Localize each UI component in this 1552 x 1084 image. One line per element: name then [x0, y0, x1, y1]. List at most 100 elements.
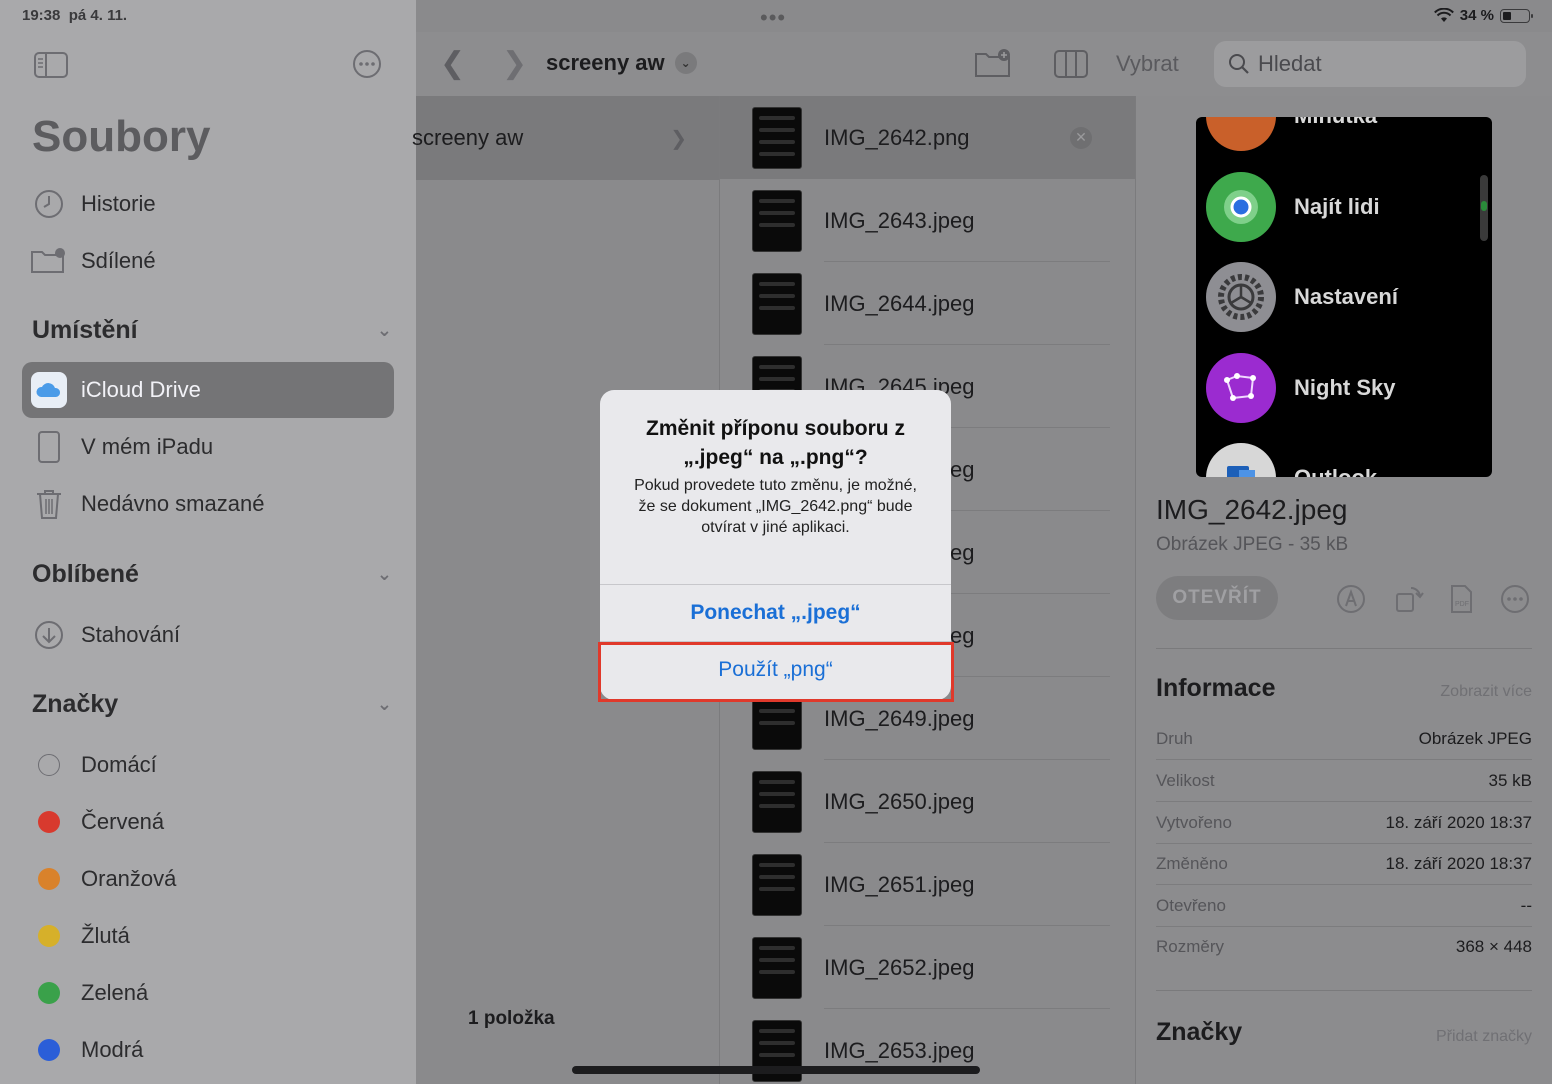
- chevron-down-icon[interactable]: ⌄: [377, 320, 392, 341]
- clear-icon[interactable]: ✕: [1070, 126, 1092, 149]
- markup-icon[interactable]: [1336, 584, 1366, 614]
- file-thumbnail: [752, 106, 802, 169]
- alert-message: Pokud provedete tuto změnu, je možné, že…: [634, 477, 917, 536]
- tag-red-dot-icon: [38, 811, 60, 833]
- forward-chevron-icon[interactable]: ❯: [502, 46, 527, 81]
- file-thumbnail: [752, 936, 802, 999]
- title-menu-chevron-icon[interactable]: ⌄: [674, 52, 697, 74]
- wifi-icon: [1433, 8, 1454, 22]
- chevron-down-icon[interactable]: ⌄: [377, 564, 392, 585]
- shared-folder-icon: [22, 247, 76, 275]
- watch-scroll-indicator: [1480, 175, 1488, 241]
- find-people-app-icon: [1206, 172, 1276, 242]
- file-row[interactable]: IMG_2652.jpeg: [720, 926, 1135, 1009]
- svg-text:PDF: PDF: [1455, 601, 1469, 608]
- sidebar-toggle-icon[interactable]: [34, 52, 68, 78]
- file-row[interactable]: IMG_2651.jpeg: [720, 843, 1135, 926]
- home-indicator[interactable]: [572, 1066, 980, 1074]
- timer-app-icon: [1206, 117, 1276, 151]
- divider: [1156, 990, 1532, 991]
- watch-app-minutka: Minutka: [1206, 117, 1377, 151]
- night-sky-app-icon: [1206, 353, 1276, 423]
- tag-oranzova[interactable]: Oranžová: [22, 851, 394, 907]
- folder-title[interactable]: screeny aw ⌄: [546, 50, 697, 76]
- tag-empty-circle-icon: [38, 754, 60, 776]
- file-thumbnail: [752, 189, 802, 252]
- add-tags-link[interactable]: Přidat značky: [1436, 1028, 1532, 1046]
- more-options-icon[interactable]: [352, 49, 382, 79]
- back-chevron-icon[interactable]: ❮: [440, 46, 465, 81]
- tag-domaci[interactable]: Domácí: [22, 737, 394, 793]
- search-icon: [1229, 54, 1249, 74]
- watch-app-night-sky: Night Sky: [1206, 353, 1395, 423]
- use-png-button[interactable]: Použít „png“: [600, 641, 951, 697]
- sidebar-title: Soubory: [32, 112, 211, 161]
- watch-app-nastaveni: Nastavení: [1206, 262, 1398, 332]
- file-row[interactable]: IMG_2650.jpeg: [720, 760, 1135, 843]
- settings-gear-icon: [1206, 262, 1276, 332]
- chevron-right-icon: ❯: [670, 127, 687, 150]
- info-row-dimensions: Rozměry 368 × 448: [1156, 937, 1532, 956]
- item-count: 1 položka: [468, 1008, 555, 1029]
- column-view-icon[interactable]: [1054, 50, 1088, 78]
- ipad-icon: [22, 431, 76, 463]
- status-right: 34 %: [1433, 7, 1533, 24]
- file-subtitle: Obrázek JPEG - 35 kB: [1156, 534, 1349, 555]
- tag-green-dot-icon: [38, 982, 60, 1004]
- search-input[interactable]: Hledat: [1214, 41, 1526, 87]
- info-row-kind: Druh Obrázek JPEG: [1156, 718, 1532, 760]
- tag-orange-dot-icon: [38, 868, 60, 890]
- sidebar-item-historie[interactable]: Historie: [22, 176, 394, 232]
- sidebar-item-nedavno-smazane[interactable]: Nedávno smazané: [22, 476, 394, 532]
- file-thumbnail: [752, 853, 802, 916]
- file-row[interactable]: IMG_2643.jpeg: [720, 179, 1135, 262]
- status-bar: 19:38 pá 4. 11. ••• 34 %: [0, 0, 1552, 32]
- keep-jpeg-button[interactable]: Ponechat „.jpeg“: [600, 584, 951, 640]
- show-more-link[interactable]: Zobrazit více: [1440, 683, 1532, 701]
- info-row-size: Velikost 35 kB: [1156, 760, 1532, 802]
- battery-icon: [1500, 8, 1533, 23]
- info-heading: Informace: [1156, 674, 1276, 702]
- sidebar-item-stahovani[interactable]: Stahování: [22, 607, 394, 663]
- divider: [1156, 648, 1532, 649]
- chevron-down-icon[interactable]: ⌄: [377, 694, 392, 715]
- outlook-app-icon: [1206, 443, 1276, 477]
- file-row[interactable]: IMG_2644.jpeg: [720, 262, 1135, 345]
- icloud-icon: [22, 372, 76, 408]
- tag-yellow-dot-icon: [38, 925, 60, 947]
- multitasking-dots-icon[interactable]: •••: [760, 5, 786, 31]
- sidebar-item-v-mem-ipadu[interactable]: V mém iPadu: [22, 419, 394, 475]
- watch-app-najit-lidi: Najít lidi: [1206, 172, 1380, 242]
- sidebar-item-icloud-drive[interactable]: iCloud Drive: [22, 362, 394, 418]
- section-znacky[interactable]: Značky ⌄: [32, 690, 392, 719]
- tag-zelena[interactable]: Zelená: [22, 965, 394, 1021]
- file-title: IMG_2642.jpeg: [1156, 494, 1348, 525]
- rotate-icon[interactable]: [1394, 584, 1424, 614]
- tag-modra[interactable]: Modrá: [22, 1022, 394, 1078]
- info-row-opened: Otevřeno --: [1156, 885, 1532, 927]
- image-preview[interactable]: Minutka Najít lidi Nastavení Night Sky O…: [1196, 117, 1492, 477]
- battery-percent: 34 %: [1459, 7, 1494, 24]
- tag-cervena[interactable]: Červená: [22, 794, 394, 850]
- more-icon[interactable]: [1500, 584, 1530, 614]
- alert-title: Změnit příponu souboru z „.jpeg“ na „.pn…: [646, 417, 905, 469]
- folder-row-screeny-aw[interactable]: screeny aw ❯: [412, 96, 719, 180]
- sidebar-item-sdilene[interactable]: Sdílené: [22, 233, 394, 289]
- file-thumbnail: [752, 272, 802, 335]
- clock-icon: [22, 189, 76, 219]
- sidebar: Soubory Historie Sdílené Umístění ⌄ iClo…: [0, 0, 416, 1084]
- rename-extension-alert: Změnit příponu souboru z „.jpeg“ na „.pn…: [600, 390, 951, 700]
- file-row[interactable]: IMG_2642.png ✕: [720, 96, 1135, 179]
- tag-zluta[interactable]: Žlutá: [22, 908, 394, 964]
- create-pdf-icon[interactable]: PDF: [1446, 584, 1476, 614]
- new-folder-icon[interactable]: [974, 48, 1012, 78]
- open-button[interactable]: OTEVŘÍT: [1156, 576, 1278, 620]
- trash-icon: [22, 488, 76, 520]
- tags-heading: Značky: [1156, 1018, 1243, 1046]
- select-button[interactable]: Vybrat: [1116, 51, 1179, 77]
- tag-blue-dot-icon: [38, 1039, 60, 1061]
- info-row-modified: Změněno 18. září 2020 18:37: [1156, 843, 1532, 885]
- section-umisteni[interactable]: Umístění ⌄: [32, 316, 392, 345]
- section-oblibene[interactable]: Oblíbené ⌄: [32, 560, 392, 589]
- watch-app-outlook: Outlook: [1206, 443, 1377, 477]
